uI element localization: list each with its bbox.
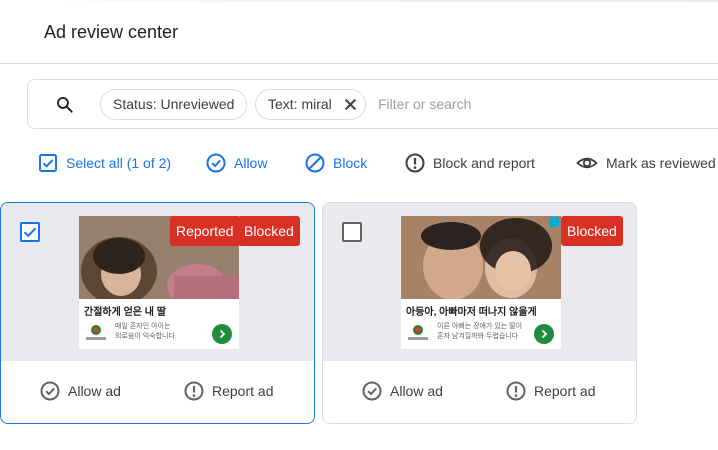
text-filter-chip[interactable]: Text: miral bbox=[255, 89, 366, 120]
ad-select-checkbox[interactable] bbox=[20, 222, 40, 242]
advertiser-logo-icon bbox=[86, 325, 106, 340]
block-and-report-label: Block and report bbox=[433, 155, 535, 171]
allow-label: Allow bbox=[234, 155, 268, 171]
page-header: Ad review center bbox=[0, 0, 718, 64]
report-icon bbox=[506, 381, 526, 401]
report-ad-button[interactable]: Report ad bbox=[184, 379, 273, 403]
check-circle-icon bbox=[40, 381, 60, 401]
status-filter-chip[interactable]: Status: Unreviewed bbox=[100, 89, 247, 120]
report-icon bbox=[405, 153, 425, 173]
report-icon bbox=[184, 381, 204, 401]
select-all-label: Select all (1 of 2) bbox=[66, 155, 172, 171]
mark-as-reviewed-button[interactable]: Mark as reviewed bbox=[576, 148, 716, 178]
reported-badge: Reported bbox=[170, 216, 240, 246]
block-and-report-button[interactable]: Block and report bbox=[405, 148, 535, 178]
report-ad-label: Report ad bbox=[212, 383, 274, 399]
search-input[interactable] bbox=[378, 92, 678, 116]
ad-select-checkbox[interactable] bbox=[342, 222, 362, 242]
ad-card[interactable]: 아등아, 아빠마저 떠나지 않을게 이른 아빠는 장애가 있는 딸이 혼자 남겨… bbox=[322, 202, 637, 424]
check-circle-icon bbox=[206, 153, 226, 173]
status-filter-label: Status: Unreviewed bbox=[113, 96, 235, 112]
ad-card-footer: Allow ad Report ad bbox=[1, 361, 314, 423]
checkmark-icon bbox=[23, 227, 37, 238]
blocked-badge: Blocked bbox=[238, 216, 300, 246]
ad-preview-area: 아등아, 아빠마저 떠나지 않을게 이른 아빠는 장애가 있는 딸이 혼자 남겨… bbox=[323, 203, 636, 361]
chevron-right-icon bbox=[219, 329, 226, 339]
ad-cta-button[interactable] bbox=[534, 324, 554, 344]
select-all-button[interactable]: Select all (1 of 2) bbox=[38, 148, 171, 178]
advertiser-logo-icon bbox=[408, 325, 428, 340]
ad-card[interactable]: 간절하게 얻은 내 딸 매일 혼자인 아이는 외로움이 익숙합니다. Repor… bbox=[0, 202, 315, 424]
blocked-badge: Blocked bbox=[561, 216, 623, 246]
allow-ad-label: Allow ad bbox=[68, 383, 121, 399]
block-icon bbox=[305, 153, 325, 173]
report-ad-label: Report ad bbox=[534, 383, 596, 399]
text-filter-label: Text: miral bbox=[268, 96, 332, 112]
block-button[interactable]: Block bbox=[305, 148, 367, 178]
chevron-right-icon bbox=[541, 329, 548, 339]
ad-preview-area: 간절하게 얻은 내 딸 매일 혼자인 아이는 외로움이 익숙합니다. Repor… bbox=[1, 203, 314, 361]
ad-body-text: 이른 아빠는 장애가 있는 딸이 혼자 남겨질까봐 두렵습니다 bbox=[437, 323, 523, 340]
allow-ad-button[interactable]: Allow ad bbox=[362, 379, 443, 403]
ad-headline: 아등아, 아빠마저 떠나지 않을게 bbox=[406, 307, 537, 318]
allow-ad-label: Allow ad bbox=[390, 383, 443, 399]
checkbox-checked-icon bbox=[39, 154, 57, 172]
page-title: Ad review center bbox=[44, 22, 179, 42]
mark-as-reviewed-label: Mark as reviewed bbox=[606, 155, 716, 171]
block-label: Block bbox=[333, 155, 368, 171]
eye-icon bbox=[576, 157, 598, 169]
ad-card-footer: Allow ad Report ad bbox=[323, 361, 636, 423]
close-icon[interactable] bbox=[344, 98, 357, 111]
report-ad-button[interactable]: Report ad bbox=[506, 379, 595, 403]
search-icon[interactable] bbox=[55, 95, 75, 115]
allow-button[interactable]: Allow bbox=[206, 148, 267, 178]
ad-body-text: 매일 혼자인 아이는 외로움이 익숙합니다. bbox=[115, 323, 177, 340]
ad-cta-button[interactable] bbox=[212, 324, 232, 344]
allow-ad-button[interactable]: Allow ad bbox=[40, 379, 121, 403]
filter-bar: Status: Unreviewed Text: miral bbox=[27, 79, 718, 129]
check-circle-icon bbox=[362, 381, 382, 401]
ad-image bbox=[401, 216, 561, 299]
ad-creative: 아등아, 아빠마저 떠나지 않을게 이른 아빠는 장애가 있는 딸이 혼자 남겨… bbox=[401, 216, 561, 349]
ad-headline: 간절하게 얻은 내 딸 bbox=[84, 307, 166, 318]
bulk-action-toolbar: Select all (1 of 2) Allow Block Block an… bbox=[0, 148, 718, 178]
adchoices-icon[interactable] bbox=[549, 217, 559, 227]
